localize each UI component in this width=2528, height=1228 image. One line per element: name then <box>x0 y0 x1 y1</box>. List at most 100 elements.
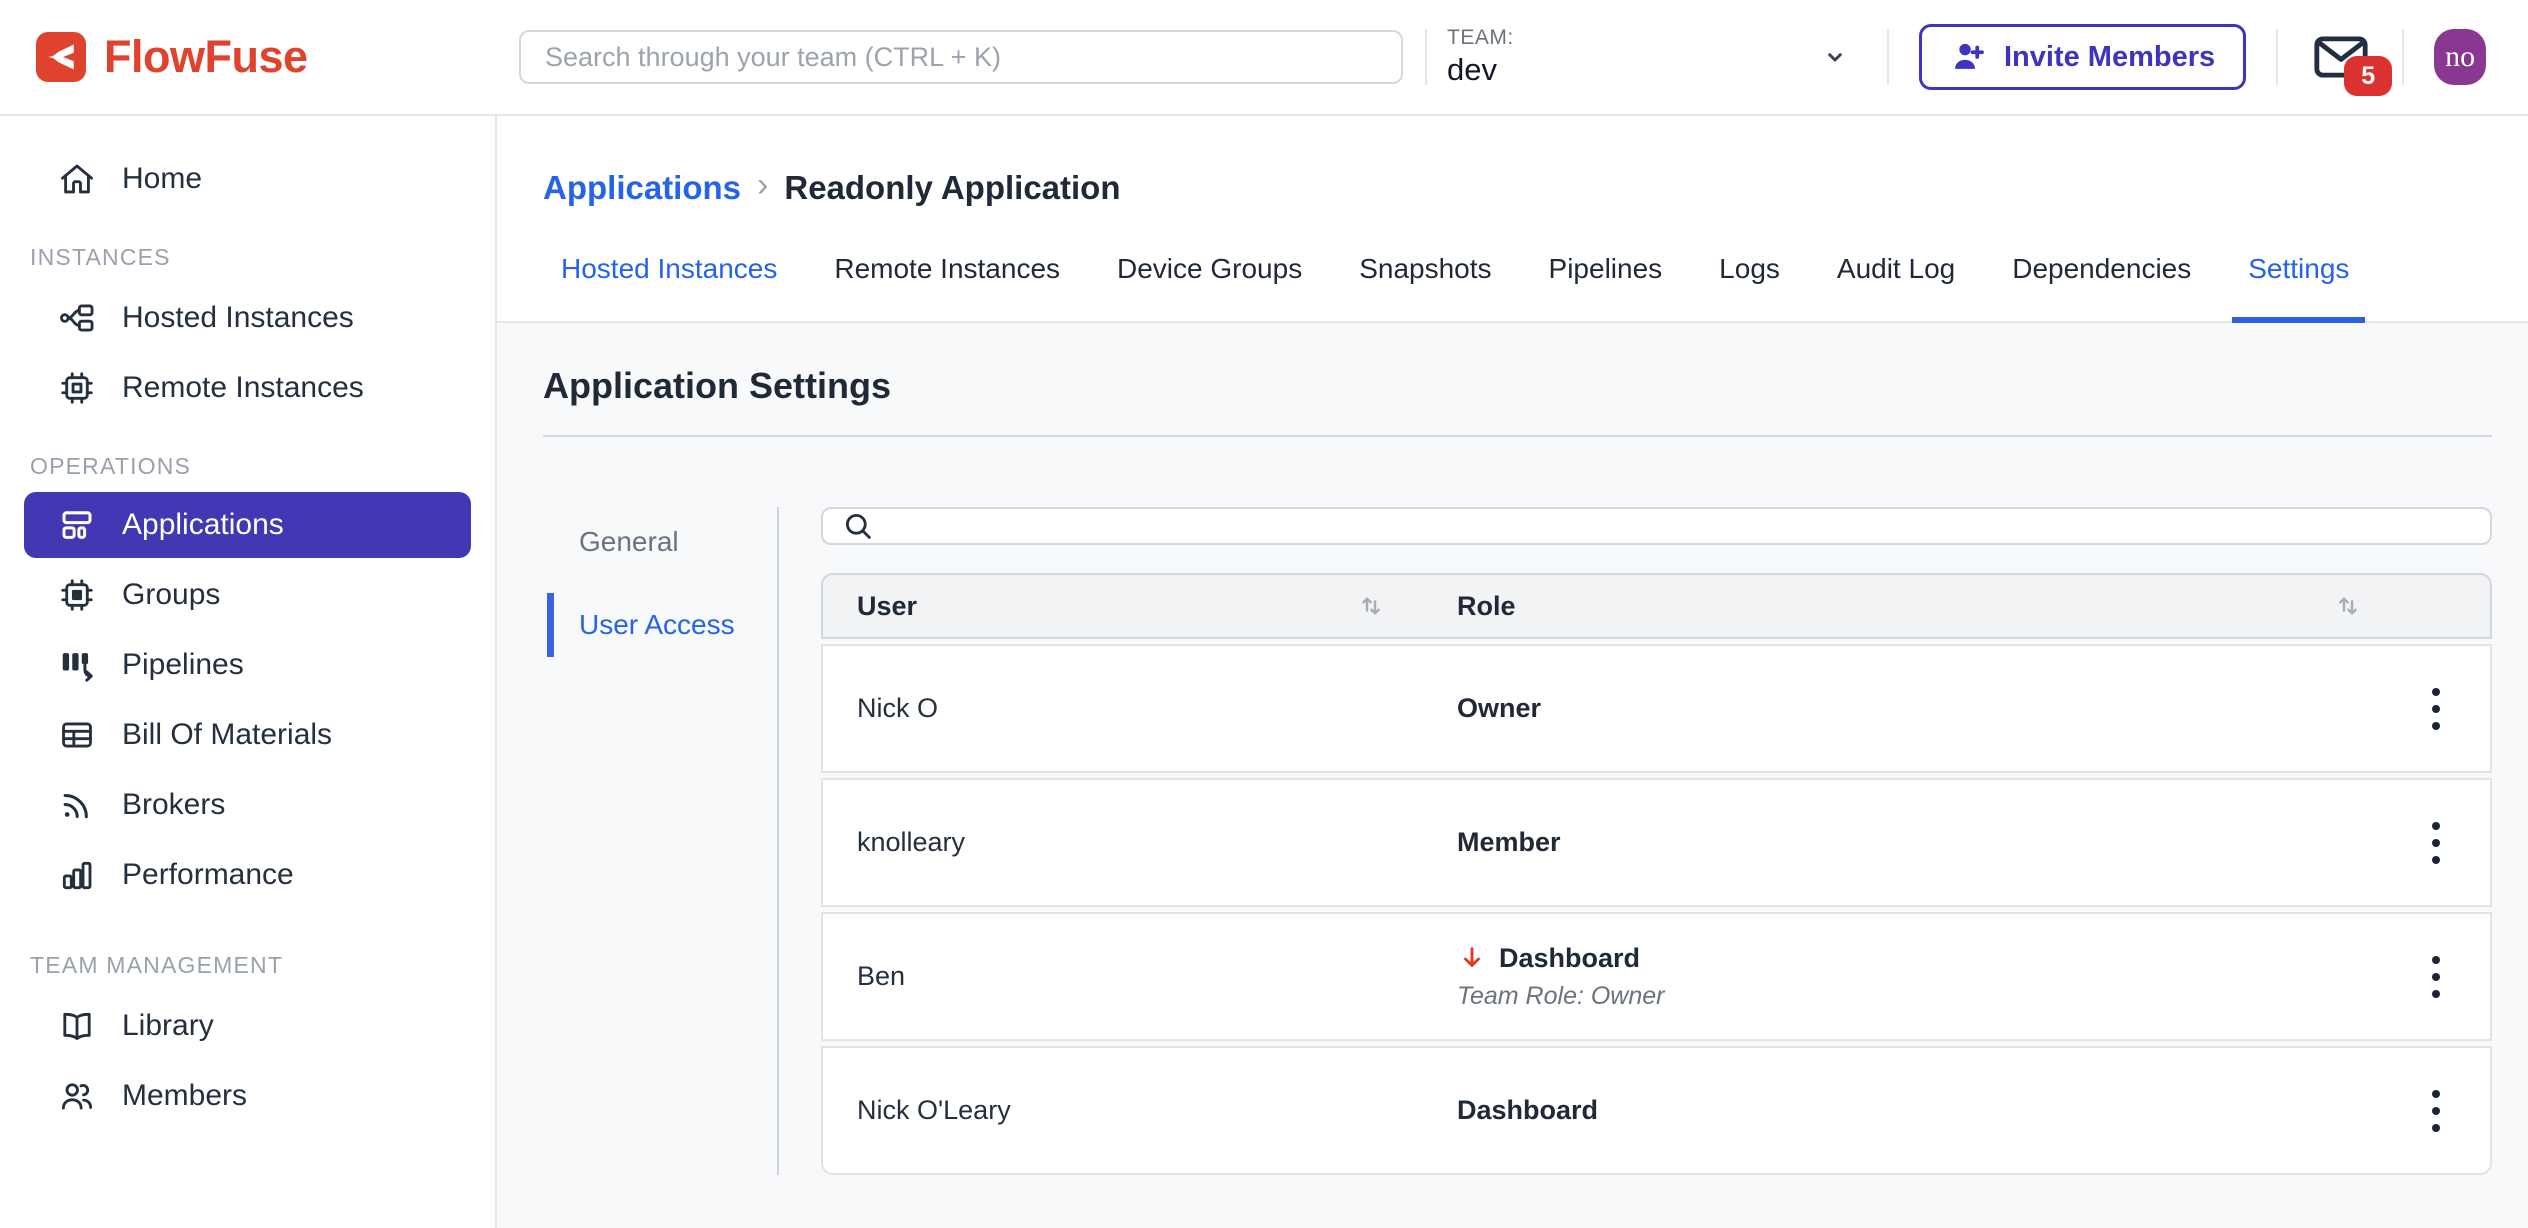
column-header-role: Role <box>1423 591 1516 622</box>
user-access-table: User Role <box>821 573 2492 1175</box>
sidebar-item-label: Brokers <box>122 788 225 822</box>
top-navbar: FlowFuse TEAM: dev Invite Members <box>0 0 2528 116</box>
rss-icon <box>58 786 96 824</box>
row-menu-kebab-icon[interactable] <box>2424 948 2448 1006</box>
team-role-note: Team Role: Owner <box>1457 982 1665 1011</box>
sidebar: Home INSTANCES Hosted Instances Remote I… <box>0 116 497 1228</box>
sidebar-item-members[interactable]: Members <box>0 1061 495 1131</box>
user-name: knolleary <box>823 827 965 858</box>
applications-icon <box>58 506 96 544</box>
application-tabs: Hosted Instances Remote Instances Device… <box>497 253 2528 323</box>
chevron-down-icon[interactable] <box>1817 39 1853 75</box>
home-icon <box>58 160 96 198</box>
navbar-divider <box>1887 29 1889 85</box>
notification-count-badge: 5 <box>2344 56 2392 96</box>
sidebar-item-label: Performance <box>122 858 294 892</box>
table-header-row: User Role <box>821 573 2492 639</box>
table-row: knolleary Member <box>821 778 2492 907</box>
invite-members-label: Invite Members <box>2004 41 2215 74</box>
tab-dependencies[interactable]: Dependencies <box>2012 253 2191 321</box>
sidebar-section-title: TEAM MANAGEMENT <box>0 952 495 979</box>
user-name: Nick O <box>823 693 938 724</box>
team-label: TEAM: <box>1447 26 1514 50</box>
team-search-input[interactable] <box>519 30 1403 84</box>
sidebar-item-label: Bill Of Materials <box>122 718 332 752</box>
flowfuse-app: FlowFuse TEAM: dev Invite Members <box>0 0 2528 1228</box>
subnav-item-user-access[interactable]: User Access <box>543 589 777 661</box>
breadcrumb: Applications › Readonly Application <box>497 116 2528 207</box>
sidebar-item-label: Applications <box>122 508 284 542</box>
subnav-item-general[interactable]: General <box>543 511 777 573</box>
navbar-divider <box>2402 29 2404 85</box>
sidebar-item-hosted-instances[interactable]: Hosted Instances <box>0 283 495 353</box>
title-divider <box>543 435 2492 437</box>
settings-subnav: General User Access <box>543 507 777 1175</box>
sidebar-item-label: Remote Instances <box>122 371 364 405</box>
breadcrumb-separator-icon: › <box>757 166 768 205</box>
sort-icon[interactable] <box>1355 590 1387 622</box>
subnav-divider <box>777 507 779 1175</box>
team-selector[interactable]: TEAM: dev <box>1427 26 1887 88</box>
sidebar-item-library[interactable]: Library <box>0 991 495 1061</box>
row-menu-kebab-icon[interactable] <box>2424 814 2448 872</box>
sidebar-item-label: Hosted Instances <box>122 301 354 335</box>
sidebar-item-label: Library <box>122 1009 214 1043</box>
user-plus-icon <box>1950 38 1988 76</box>
tab-audit-log[interactable]: Audit Log <box>1837 253 1955 321</box>
sidebar-item-groups[interactable]: Groups <box>0 560 495 630</box>
notifications-button[interactable]: 5 <box>2312 32 2370 82</box>
page-title: Application Settings <box>543 365 2492 407</box>
search-icon <box>841 509 875 543</box>
invite-members-button[interactable]: Invite Members <box>1919 24 2246 90</box>
tab-logs[interactable]: Logs <box>1719 253 1780 321</box>
user-search-box[interactable] <box>821 507 2492 545</box>
sidebar-item-performance[interactable]: Performance <box>0 840 495 910</box>
groups-chip-icon <box>58 576 96 614</box>
sidebar-item-applications[interactable]: Applications <box>24 492 471 558</box>
settings-content: Application Settings General User Access <box>497 323 2528 1228</box>
sidebar-item-brokers[interactable]: Brokers <box>0 770 495 840</box>
tab-snapshots[interactable]: Snapshots <box>1359 253 1491 321</box>
user-name: Nick O'Leary <box>823 1095 1011 1126</box>
role-value: Owner <box>1457 693 1541 724</box>
main-panel: Applications › Readonly Application Host… <box>497 116 2528 1228</box>
user-name: Ben <box>823 961 905 992</box>
tab-pipelines[interactable]: Pipelines <box>1549 253 1663 321</box>
chip-icon <box>58 369 96 407</box>
sidebar-item-pipelines[interactable]: Pipelines <box>0 630 495 700</box>
row-menu-kebab-icon[interactable] <box>2424 1082 2448 1140</box>
sidebar-item-bill-of-materials[interactable]: Bill Of Materials <box>0 700 495 770</box>
role-value: Member <box>1457 827 1561 858</box>
table-row: Ben Dashboard <box>821 912 2492 1041</box>
table-row: Nick O Owner <box>821 644 2492 773</box>
sidebar-item-label: Members <box>122 1079 247 1113</box>
sidebar-section-title: INSTANCES <box>0 244 495 271</box>
navbar-divider <box>2276 29 2278 85</box>
sidebar-item-label: Home <box>122 162 202 196</box>
tab-device-groups[interactable]: Device Groups <box>1117 253 1302 321</box>
tab-settings[interactable]: Settings <box>2248 253 2349 321</box>
team-name: dev <box>1447 52 1514 88</box>
flowfuse-logo[interactable]: FlowFuse <box>36 31 519 83</box>
users-icon <box>58 1077 96 1115</box>
sort-icon[interactable] <box>2332 590 2364 622</box>
role-downgrade-arrow-icon <box>1457 943 1487 973</box>
sidebar-item-label: Groups <box>122 578 220 612</box>
breadcrumb-current: Readonly Application <box>784 169 1120 207</box>
row-menu-kebab-icon[interactable] <box>2424 680 2448 738</box>
bar-chart-icon <box>58 856 96 894</box>
sidebar-item-label: Pipelines <box>122 648 244 682</box>
tab-hosted-instances[interactable]: Hosted Instances <box>561 253 777 321</box>
user-search-input[interactable] <box>889 509 2472 543</box>
breadcrumb-applications-link[interactable]: Applications <box>543 169 741 207</box>
table-row: Nick O'Leary Dashboard <box>821 1046 2492 1175</box>
brand-name: FlowFuse <box>104 31 308 83</box>
pipelines-icon <box>58 646 96 684</box>
column-header-user: User <box>823 591 917 622</box>
user-avatar[interactable]: no <box>2434 29 2486 85</box>
sidebar-item-remote-instances[interactable]: Remote Instances <box>0 353 495 423</box>
sidebar-item-home[interactable]: Home <box>0 144 495 214</box>
flowfuse-logo-icon <box>36 32 86 82</box>
tab-remote-instances[interactable]: Remote Instances <box>834 253 1060 321</box>
sidebar-section-title: OPERATIONS <box>0 453 495 480</box>
